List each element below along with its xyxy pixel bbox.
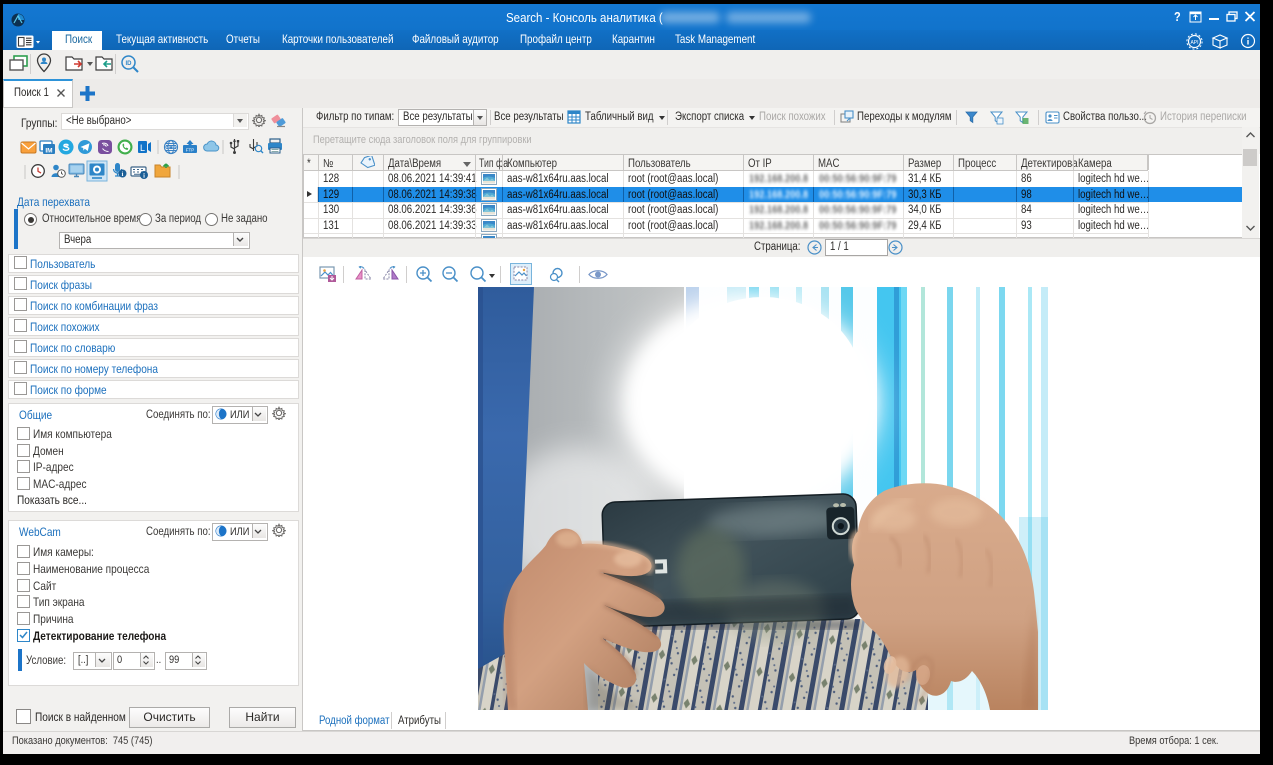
svg-text:i: i (122, 171, 124, 178)
svg-text:FTP: FTP (186, 148, 195, 153)
svg-text:ID: ID (126, 61, 133, 67)
svg-text:L: L (140, 143, 145, 153)
svg-text:IM: IM (45, 148, 52, 155)
svg-text:API: API (1190, 40, 1198, 46)
svg-text:i: i (143, 173, 145, 180)
svg-text:HTTP: HTTP (166, 145, 177, 150)
